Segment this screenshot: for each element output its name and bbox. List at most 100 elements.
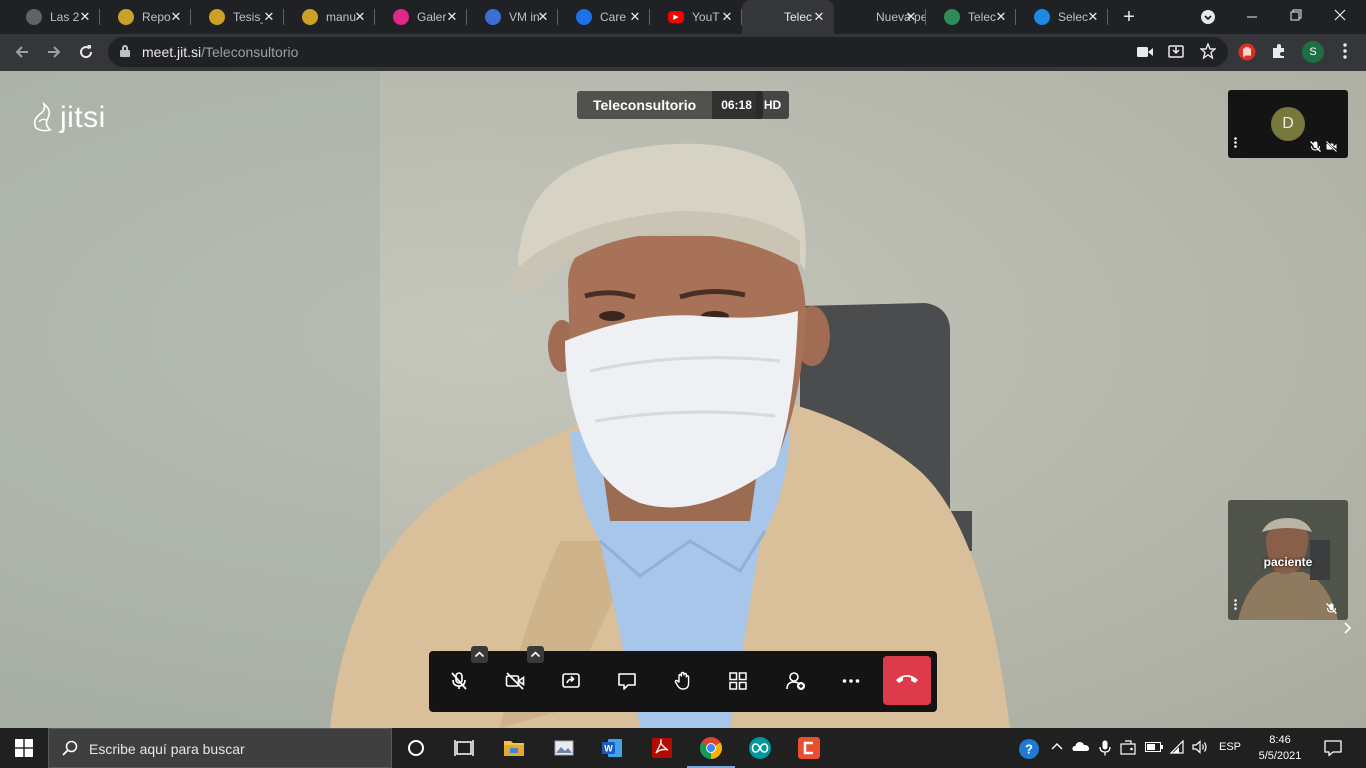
taskbar-clock[interactable]: 8:46 5/5/2021 (1252, 732, 1308, 764)
tray-chevron-up-icon[interactable] (1049, 740, 1065, 756)
tile-view-button[interactable] (716, 659, 760, 703)
volume-icon[interactable] (1192, 740, 1208, 756)
browser-tab[interactable]: Galer ✕ (375, 0, 467, 34)
app-c-icon[interactable] (797, 736, 821, 760)
extensions-puzzle-icon[interactable] (1270, 43, 1288, 61)
photos-app-icon[interactable] (552, 736, 576, 760)
mic-muted-icon (1326, 603, 1337, 614)
subject-title: Teleconsultorio (577, 91, 713, 119)
browser-tab[interactable]: Telec ✕ (742, 0, 834, 34)
acrobat-icon[interactable] (650, 736, 674, 760)
browser-tab[interactable]: Las 2 ✕ (8, 0, 100, 34)
notifications-icon[interactable] (1324, 739, 1342, 757)
browser-tab[interactable]: Tesis_✕ (191, 0, 284, 34)
thumbnail-menu-icon[interactable] (1234, 137, 1237, 151)
browser-tab[interactable]: Selec ✕ (1016, 0, 1108, 34)
raise-hand-button[interactable] (661, 659, 705, 703)
gallery-icon (393, 9, 409, 25)
tab-close-icon[interactable]: ✕ (994, 10, 1008, 24)
tab-title: manu (326, 10, 356, 24)
share-screen-icon (562, 673, 580, 688)
browser-tab[interactable]: Telec ✕ (926, 0, 1016, 34)
browser-menu-icon[interactable] (1336, 43, 1354, 61)
tab-close-icon[interactable]: ✕ (353, 10, 367, 24)
thumbnail-menu-icon[interactable] (1234, 599, 1237, 613)
browser-tab[interactable]: ▶ YouT ✕ (650, 0, 742, 34)
storage-icon[interactable] (1120, 740, 1136, 756)
tab-close-icon[interactable]: ✕ (78, 10, 92, 24)
lock-icon[interactable] (120, 45, 130, 57)
arduino-icon[interactable] (748, 736, 772, 760)
profile-avatar[interactable]: S (1302, 41, 1324, 63)
filmstrip-next-icon[interactable] (1344, 621, 1352, 639)
tile-view-icon (729, 672, 747, 690)
browser-tab[interactable]: Nueva pe ✕ (834, 0, 926, 34)
browser-tab[interactable]: VM in ✕ (467, 0, 558, 34)
forward-icon[interactable] (42, 40, 66, 64)
tab-close-icon[interactable]: ✕ (262, 10, 276, 24)
toggle-camera-button[interactable] (493, 659, 537, 703)
onedrive-icon[interactable] (1072, 740, 1090, 756)
participant-thumbnail[interactable]: D (1228, 90, 1348, 158)
windows-taskbar: Escribe aquí para buscar W ? ESP 8:46 5/… (0, 728, 1366, 768)
extension-stop-hand-icon[interactable] (1238, 43, 1256, 61)
participant-thumbnail-local[interactable]: paciente (1228, 500, 1348, 620)
participant-name: paciente (1263, 555, 1313, 569)
taskbar-search-box[interactable]: Escribe aquí para buscar (48, 728, 392, 768)
tab-close-icon[interactable]: ✕ (536, 10, 550, 24)
participant-video (0, 71, 1010, 728)
share-screen-button[interactable] (549, 659, 593, 703)
tab-close-icon[interactable]: ✕ (445, 10, 459, 24)
tab-close-icon[interactable]: ✕ (628, 10, 642, 24)
battery-icon[interactable] (1145, 740, 1163, 756)
conference-subject: Teleconsultorio 06:18 (577, 91, 763, 119)
tab-search-icon[interactable] (1186, 0, 1230, 34)
chevron-up-icon (530, 651, 541, 658)
meeting-stage[interactable]: jitsi Teleconsultorio 06:18 HD D pacient… (0, 71, 1366, 728)
toggle-microphone-button[interactable] (437, 659, 481, 703)
participants-button[interactable] (774, 659, 818, 703)
tab-close-icon[interactable]: ✕ (812, 10, 826, 24)
browser-tab[interactable]: manu ✕ (284, 0, 375, 34)
hangup-button[interactable] (883, 656, 931, 705)
jitsi-logo-text: jitsi (60, 101, 106, 134)
video-settings-caret[interactable] (527, 646, 544, 663)
url-text[interactable]: meet.jit.si/Teleconsultorio (142, 44, 298, 60)
jitsi-logo[interactable]: jitsi (30, 101, 106, 135)
restore-icon[interactable] (1274, 0, 1318, 34)
new-tab-button[interactable]: + (1118, 6, 1140, 28)
more-actions-button[interactable] (829, 659, 873, 703)
chrome-taskbar-icon[interactable] (687, 736, 735, 768)
close-window-icon[interactable] (1318, 0, 1362, 34)
browser-tab[interactable]: Repo ✕ (100, 0, 191, 34)
file-explorer-icon[interactable] (502, 736, 526, 760)
seal-icon (118, 9, 134, 25)
start-button[interactable] (0, 728, 48, 768)
camera-in-use-icon[interactable] (1136, 43, 1154, 61)
tab-close-icon[interactable]: ✕ (169, 10, 183, 24)
task-view-icon[interactable] (452, 736, 476, 760)
call-toolbar (429, 646, 937, 712)
microphone-in-use-icon[interactable] (1097, 740, 1113, 756)
audio-settings-caret[interactable] (471, 646, 488, 663)
chat-button[interactable] (605, 659, 649, 703)
wifi-icon[interactable] (1169, 739, 1185, 756)
install-app-icon[interactable] (1167, 43, 1185, 61)
reload-icon[interactable] (74, 40, 98, 64)
address-bar[interactable]: meet.jit.si/Teleconsultorio (108, 37, 1228, 67)
phone-hangup-icon (896, 675, 918, 683)
svg-text:?: ? (1025, 742, 1033, 757)
minimize-icon[interactable] (1230, 0, 1274, 34)
bookmark-star-icon[interactable] (1199, 42, 1217, 61)
word-icon[interactable]: W (600, 736, 624, 760)
browser-tab[interactable]: Care ✕ (558, 0, 650, 34)
cortana-icon[interactable] (404, 736, 428, 760)
tab-close-icon[interactable]: ✕ (904, 10, 918, 24)
help-icon[interactable]: ? (1018, 738, 1040, 760)
video-quality-badge[interactable]: HD (756, 91, 789, 119)
input-language[interactable]: ESP (1219, 741, 1241, 753)
tab-close-icon[interactable]: ✕ (720, 10, 734, 24)
tab-close-icon[interactable]: ✕ (1086, 10, 1100, 24)
tab-blank-favicon-icon (852, 9, 868, 25)
back-icon[interactable] (10, 40, 34, 64)
